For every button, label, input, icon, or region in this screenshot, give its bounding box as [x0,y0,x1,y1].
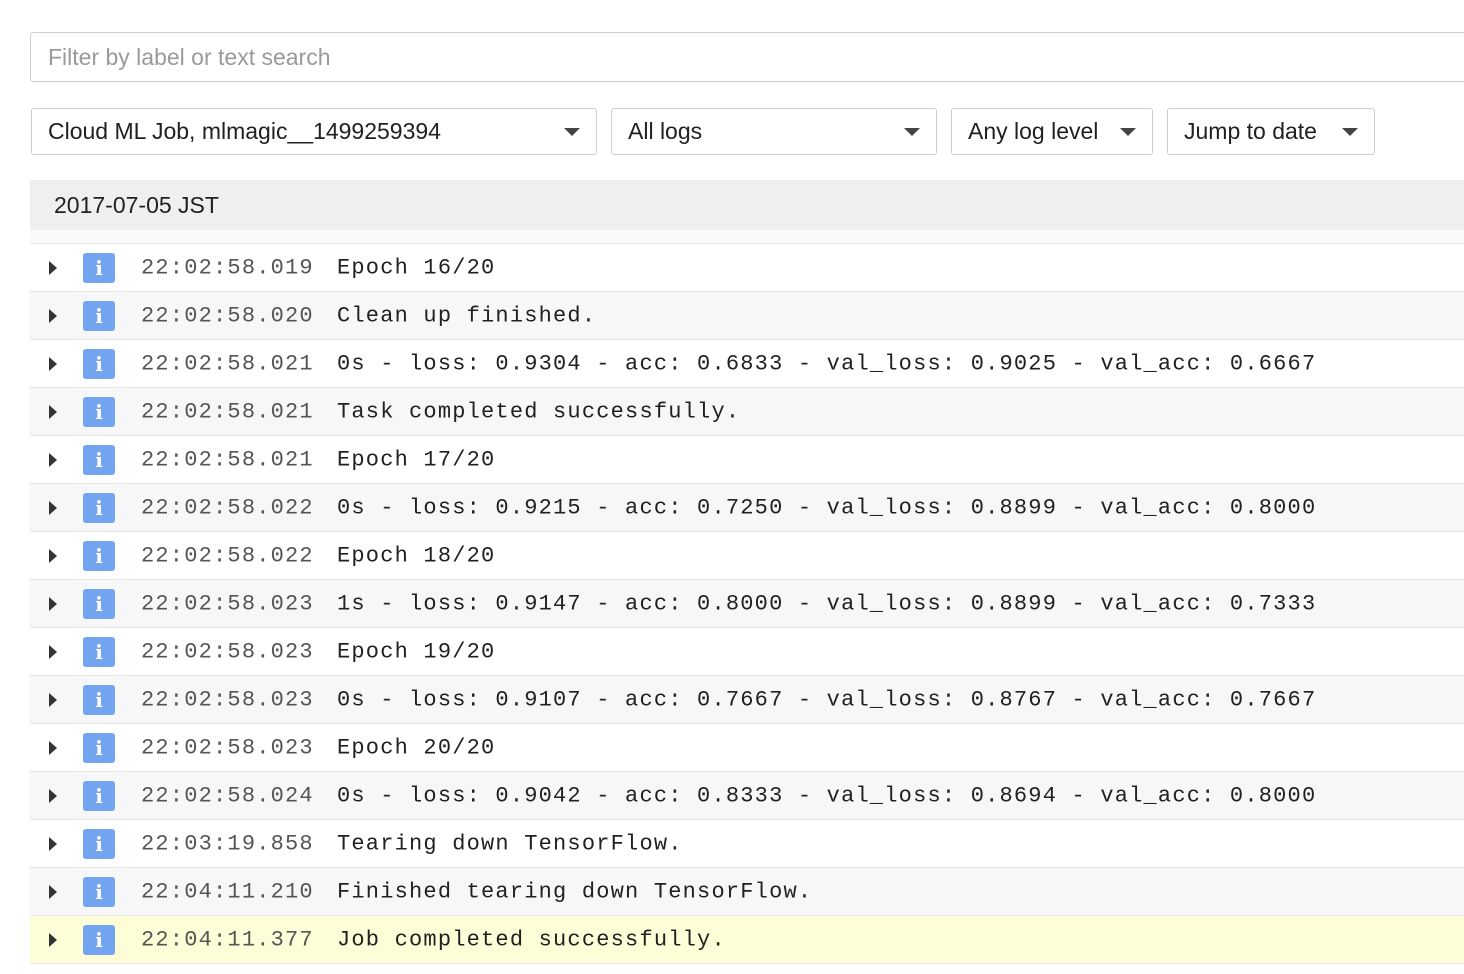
log-name-dropdown-label: All logs [628,118,703,144]
log-message: Tearing down TensorFlow. [337,831,683,856]
jump-to-date-dropdown[interactable]: Jump to date [1167,108,1375,155]
log-row[interactable]: i 22:02:58.023 Epoch 20/20 [30,724,1464,772]
expand-arrow-icon[interactable] [49,836,57,851]
expand-arrow-icon[interactable] [49,740,57,755]
log-message: 0s - loss: 0.9042 - acc: 0.8333 - val_lo… [337,783,1317,808]
log-message: Job completed successfully. [337,927,726,952]
expand-arrow-icon[interactable] [49,548,57,563]
expand-arrow-icon[interactable] [49,356,57,371]
log-row[interactable]: i 22:02:58.020 Clean up finished. [30,292,1464,340]
log-timestamp: 22:04:11.377 [141,927,314,952]
log-timestamp: 22:02:58.023 [141,687,314,712]
log-row[interactable]: i 22:02:58.022 Epoch 18/20 [30,532,1464,580]
log-row[interactable]: i 22:04:11.377 Job completed successfully. [30,916,1464,964]
log-timestamp: 22:02:58.021 [141,399,314,424]
expand-arrow-icon[interactable] [49,644,57,659]
log-filter-search[interactable] [30,32,1464,82]
log-level-dropdown[interactable]: Any log level [951,108,1153,155]
log-timestamp: 22:02:58.023 [141,735,314,760]
log-level-dropdown-label: Any log level [968,118,1099,144]
log-row[interactable]: i 22:02:58.023 Epoch 19/20 [30,628,1464,676]
log-timestamp: 22:02:58.021 [141,447,314,472]
expand-arrow-icon[interactable] [49,308,57,323]
info-icon: i [83,876,115,907]
info-icon: i [83,396,115,427]
info-icon: i [83,636,115,667]
log-timestamp: 22:02:58.020 [141,303,314,328]
chevron-down-icon [564,127,580,136]
log-name-dropdown[interactable]: All logs [611,108,937,155]
chevron-down-icon [1342,127,1358,136]
log-row[interactable]: i 22:02:58.021 Task completed successfully… [30,388,1464,436]
log-message: Finished tearing down TensorFlow. [337,879,813,904]
info-icon: i [83,252,115,283]
resource-dropdown-label: Cloud ML Job, mlmagic__1499259394 [48,118,441,144]
log-message: 1s - loss: 0.9147 - acc: 0.8000 - val_lo… [337,591,1317,616]
info-icon: i [83,348,115,379]
log-list[interactable]: i i 22:02:58.019 Epoch 16/20 i 22:02:58.020 C… [30,230,1464,974]
log-row[interactable]: i 22:02:58.024 0s - loss: 0.9042 - acc: 0.… [30,772,1464,820]
search-input[interactable] [31,33,1464,81]
log-message: Clean up finished. [337,303,597,328]
log-timestamp: 22:02:58.022 [141,543,314,568]
log-message: Epoch 17/20 [337,447,496,472]
log-row[interactable]: i 22:03:19.858 Tearing down TensorFlow. [30,820,1464,868]
log-message: Epoch 20/20 [337,735,496,760]
expand-arrow-icon[interactable] [49,452,57,467]
chevron-down-icon [904,127,920,136]
date-header-label: 2017-07-05 JST [54,191,219,218]
log-row-partial: i [30,230,1464,244]
info-icon: i [83,732,115,763]
info-icon: i [83,828,115,859]
log-message: Epoch 16/20 [337,255,496,280]
log-timestamp: 22:02:58.022 [141,495,314,520]
log-row[interactable]: i 22:02:58.019 Epoch 16/20 [30,244,1464,292]
chevron-down-icon [1120,127,1136,136]
info-icon: i [83,588,115,619]
log-timestamp: 22:02:58.021 [141,351,314,376]
log-row[interactable]: i 22:02:58.023 1s - loss: 0.9147 - acc: 0.… [30,580,1464,628]
log-timestamp: 22:03:19.858 [141,831,314,856]
log-message: Epoch 19/20 [337,639,496,664]
log-timestamp: 22:02:58.023 [141,591,314,616]
info-icon: i [83,540,115,571]
info-icon: i [83,924,115,955]
log-message: Epoch 18/20 [337,543,496,568]
log-message: 0s - loss: 0.9304 - acc: 0.6833 - val_lo… [337,351,1317,376]
log-row[interactable]: i 22:04:11.210 Finished tearing down Tenso… [30,868,1464,916]
log-timestamp: 22:02:58.019 [141,255,314,280]
info-icon: i [83,300,115,331]
expand-arrow-icon[interactable] [49,884,57,899]
expand-arrow-icon[interactable] [49,500,57,515]
log-timestamp: 22:04:11.210 [141,879,314,904]
info-icon: i [83,444,115,475]
expand-arrow-icon[interactable] [49,404,57,419]
log-timestamp: 22:02:58.024 [141,783,314,808]
info-icon: i [83,492,115,523]
info-icon: i [83,780,115,811]
expand-arrow-icon[interactable] [49,932,57,947]
resource-dropdown[interactable]: Cloud ML Job, mlmagic__1499259394 [31,108,597,155]
log-row[interactable]: i 22:02:58.023 0s - loss: 0.9107 - acc: 0.… [30,676,1464,724]
log-message: Task completed successfully. [337,399,741,424]
expand-arrow-icon[interactable] [49,692,57,707]
log-row[interactable]: i 22:02:58.022 0s - loss: 0.9215 - acc: 0.… [30,484,1464,532]
jump-to-date-label: Jump to date [1184,118,1317,144]
expand-arrow-icon[interactable] [49,260,57,275]
log-row[interactable]: i 22:02:58.021 0s - loss: 0.9304 - acc: 0.… [30,340,1464,388]
info-icon: i [83,684,115,715]
date-header: 2017-07-05 JST [30,180,1464,230]
expand-arrow-icon[interactable] [49,596,57,611]
log-timestamp: 22:02:58.023 [141,639,314,664]
expand-arrow-icon[interactable] [49,788,57,803]
log-message: 0s - loss: 0.9215 - acc: 0.7250 - val_lo… [337,495,1317,520]
log-message: 0s - loss: 0.9107 - acc: 0.7667 - val_lo… [337,687,1317,712]
log-row[interactable]: i 22:02:58.021 Epoch 17/20 [30,436,1464,484]
